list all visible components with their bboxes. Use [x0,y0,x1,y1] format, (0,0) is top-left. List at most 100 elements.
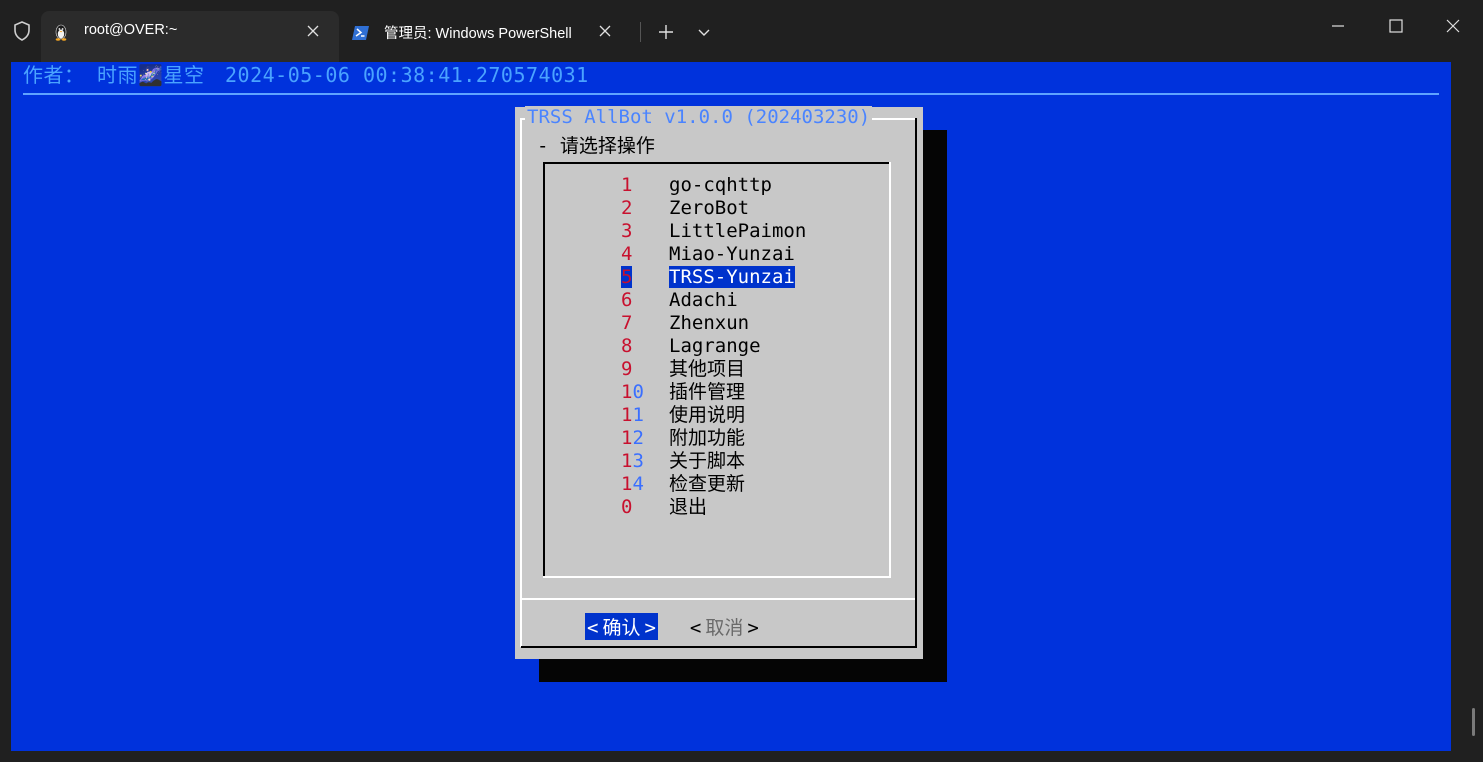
menu-item-tag: 1 [621,174,669,197]
timestamp-text: 2024-05-06 00:38:41.270574031 [225,63,589,87]
tag-digit: 0 [632,381,644,403]
menu-item-tag: 14 [621,473,669,496]
tag-digit: 1 [621,427,633,449]
menu-item[interactable]: 9 其他项目 [621,358,806,381]
minimize-icon[interactable] [1323,12,1353,40]
close-tab-icon[interactable] [303,21,323,41]
close-tab-icon[interactable] [595,21,615,41]
maximize-icon[interactable] [1381,12,1411,40]
menu-dialog: TRSS AllBot v1.0.0 (202403230) - 请选择操作 1… [515,106,923,659]
window-titlebar: root@OVER:~ 管理员: Windows PowerShell [0,0,1483,62]
ok-bracket-left: < [587,617,599,639]
menu-item[interactable]: 7 Zhenxun [621,312,806,335]
menu-item-label: 检查更新 [669,473,746,495]
menu-item-label: 关于脚本 [669,450,746,472]
ok-bracket-right: > [644,617,656,639]
menu-item-tag: 9 [621,358,669,381]
menu-item[interactable]: 11 使用说明 [621,404,806,427]
menu-box-border [543,162,891,164]
tag-digit: 2 [621,197,633,219]
tab-title: 管理员: Windows PowerShell [384,26,572,42]
dialog-prompt: - 请选择操作 [537,135,655,157]
tag-digit: 3 [632,450,644,472]
tab-powershell[interactable]: 管理员: Windows PowerShell [341,11,631,62]
menu-item-label: ZeroBot [669,197,750,219]
tab-root-over[interactable]: root@OVER:~ [41,11,339,62]
tag-digit: 1 [621,404,633,426]
menu-item-tag: 13 [621,450,669,473]
menu-item-selected[interactable]: 5 TRSS-Yunzai [621,266,806,289]
tag-digit: 1 [621,174,633,196]
menu-item[interactable]: 2 ZeroBot [621,197,806,220]
menu-item-tag: 8 [621,335,669,358]
menu-item[interactable]: 8 Lagrange [621,335,806,358]
menu-item-tag: 7 [621,312,669,335]
cancel-bracket-left: < [689,617,702,639]
tag-digit: 6 [621,289,633,311]
menu-item[interactable]: 0 退出 [621,496,806,519]
menu-item-label: 使用说明 [669,404,746,426]
menu-item-label: 其他项目 [669,358,746,380]
powershell-icon [352,26,369,40]
menu-item[interactable]: 12 附加功能 [621,427,806,450]
menu-item-tag: 5 [621,266,669,289]
dialog-frame-right [915,118,917,647]
tag-digit: 1 [621,450,633,472]
menu-box-border [543,162,545,578]
menu-item[interactable]: 6 Adachi [621,289,806,312]
menu-item-tag: 10 [621,381,669,404]
menu-item-tag: 11 [621,404,669,427]
menu-list-box: 1 go-cqhttp 2 ZeroBot 3 LittlePaimon 4 Miao-… [543,162,893,580]
menu-item-label: LittlePaimon [669,220,807,242]
menu-item[interactable]: 3 LittlePaimon [621,220,806,243]
menu-item-tag: 6 [621,289,669,312]
chevron-down-icon[interactable] [693,20,715,44]
tag-digit: 4 [621,243,633,265]
cancel-label: 取消 [705,617,744,639]
menu-item-label: Lagrange [669,335,761,357]
plus-icon[interactable] [654,20,678,44]
menu-item-label: 插件管理 [669,381,746,403]
tag-digit: 3 [621,220,633,242]
button-row: < 确认 > < 取消 > [585,613,761,640]
menu-item-label: 退出 [669,496,708,518]
dialog-frame-left [520,118,522,647]
menu-item-label: Adachi [669,289,738,311]
menu-item-tag: 12 [621,427,669,450]
author-text: 作者： 时雨🌌星空 [23,63,205,87]
menu-item-label: go-cqhttp [669,174,772,196]
header-rule [23,93,1439,95]
tag-digit: 9 [621,358,633,380]
ok-button[interactable]: < 确认 > [585,613,658,640]
tag-digit: 1 [632,404,644,426]
menu-item-label: TRSS-Yunzai [669,266,795,288]
button-divider [521,598,915,600]
menu-item[interactable]: 4 Miao-Yunzai [621,243,806,266]
tag-digit: 2 [632,427,644,449]
dialog-frame-bottom [521,646,917,648]
terminal-viewport[interactable]: 作者： 时雨🌌星空 2024-05-06 00:38:41.270574031 … [11,62,1451,751]
menu-item[interactable]: 14 检查更新 [621,473,806,496]
close-icon[interactable] [1438,12,1468,40]
cancel-button[interactable]: < 取消 > [688,613,761,640]
tab-title: root@OVER:~ [84,22,178,38]
menu-item[interactable]: 13 关于脚本 [621,450,806,473]
tag-digit: 8 [621,335,633,357]
tag-digit: 0 [621,496,633,518]
menu-item-tag: 0 [621,496,669,519]
dialog-title: TRSS AllBot v1.0.0 (202403230) [525,106,873,128]
window-bottom-border [0,751,1483,762]
menu-item-label: Zhenxun [669,312,750,334]
tag-digit: 4 [632,473,644,495]
tag-digit: 5 [621,266,633,288]
tag-digit: 7 [621,312,633,334]
menu-list: 1 go-cqhttp 2 ZeroBot 3 LittlePaimon 4 Miao-… [621,174,806,519]
menu-item-tag: 2 [621,197,669,220]
menu-item-tag: 4 [621,243,669,266]
menu-item-tag: 3 [621,220,669,243]
scrollbar-thumb[interactable] [1472,708,1475,736]
menu-item[interactable]: 10 插件管理 [621,381,806,404]
menu-item[interactable]: 1 go-cqhttp [621,174,806,197]
shield-icon[interactable] [10,19,34,43]
menu-item-label: 附加功能 [669,427,746,449]
